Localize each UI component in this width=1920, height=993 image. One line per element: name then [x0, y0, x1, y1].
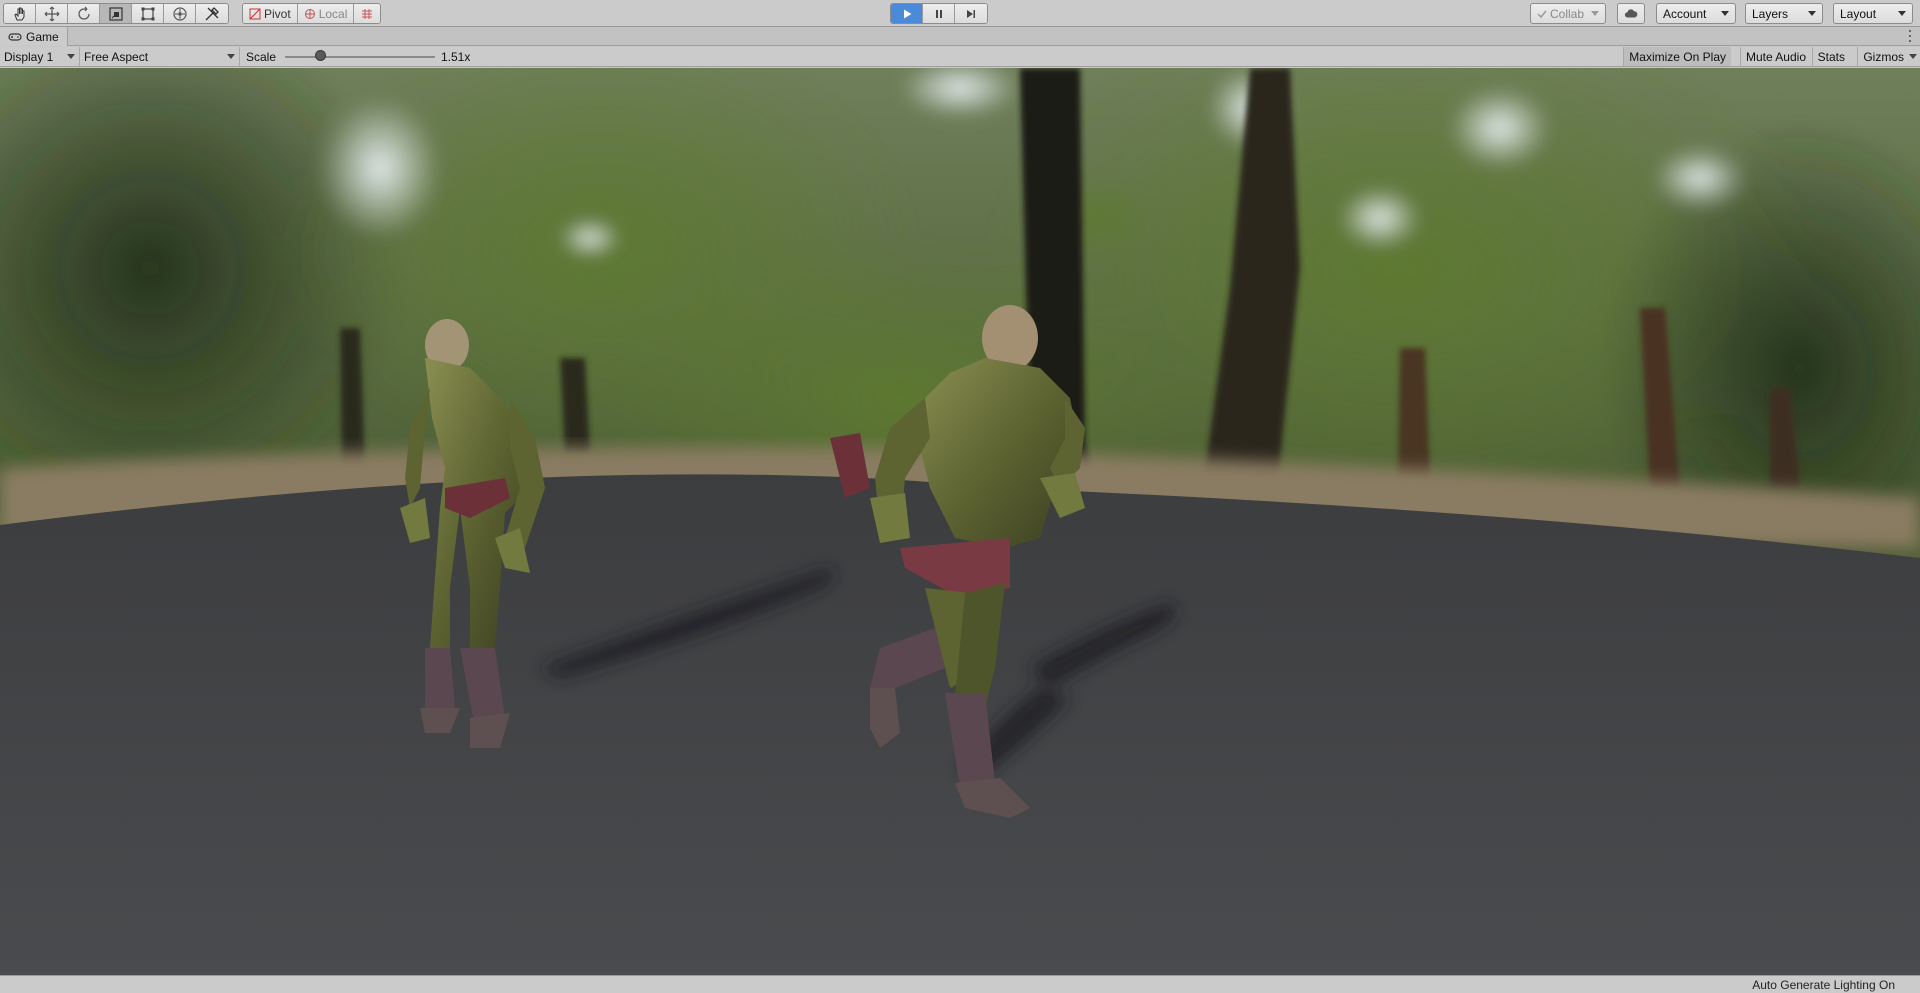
layers-label: Layers [1752, 6, 1789, 21]
scale-icon [108, 6, 123, 21]
scale-slider-thumb[interactable] [314, 50, 326, 61]
game-viewport[interactable] [0, 68, 1920, 975]
play-button[interactable] [891, 4, 923, 23]
pause-button[interactable] [923, 4, 955, 23]
rect-tool-icon [141, 7, 154, 20]
transform-tool-button[interactable] [164, 4, 196, 23]
step-icon [967, 9, 975, 18]
chevron-down-icon [67, 54, 75, 59]
account-label: Account [1663, 6, 1707, 21]
scale-tool-button[interactable] [100, 4, 132, 23]
play-icon [903, 9, 911, 18]
move-icon [44, 6, 59, 21]
mute-audio-toggle[interactable]: Mute Audio [1739, 47, 1811, 66]
tab-bar: Game [0, 27, 1920, 46]
tab-menu-icon[interactable] [1908, 30, 1912, 42]
step-button[interactable] [955, 4, 987, 23]
collab-label: Collab [1550, 6, 1585, 21]
scale-slider-track[interactable] [285, 56, 435, 58]
chevron-down-icon [1591, 11, 1599, 16]
tab-game[interactable]: Game [0, 27, 68, 46]
rect-tool-button[interactable] [132, 4, 164, 23]
scene-render [0, 68, 1920, 975]
pivot-toggle[interactable]: Pivot [243, 4, 298, 23]
layout-label: Layout [1840, 6, 1877, 21]
rotate-icon [77, 6, 90, 20]
gizmos-dropdown[interactable]: Gizmos [1857, 47, 1920, 66]
game-view-toolbar: Display 1 Free Aspect Scale 1.51x Maximi… [0, 47, 1920, 67]
aspect-label: Free Aspect [84, 49, 149, 64]
move-tool-button[interactable] [36, 4, 68, 23]
display-dropdown[interactable]: Display 1 [0, 47, 80, 66]
aspect-dropdown[interactable]: Free Aspect [80, 47, 240, 66]
gizmos-label: Gizmos [1863, 49, 1904, 64]
pivot-label: Pivot [264, 6, 291, 21]
chevron-down-icon [1898, 11, 1906, 16]
layers-dropdown[interactable]: Layers [1745, 3, 1823, 24]
status-bar: Auto Generate Lighting On [0, 975, 1920, 993]
pivot-icon [249, 8, 261, 19]
local-icon [304, 8, 315, 19]
stats-label: Stats [1817, 49, 1845, 64]
local-label: Local [318, 6, 348, 21]
hand-icon [13, 7, 24, 20]
playback-controls [890, 3, 988, 24]
status-text: Auto Generate Lighting On [1752, 978, 1895, 992]
layout-dropdown[interactable]: Layout [1833, 3, 1913, 24]
check-icon [1537, 10, 1547, 18]
custom-tool-button[interactable] [196, 4, 228, 23]
chevron-down-icon [1808, 11, 1816, 16]
custom-tool-icon [205, 6, 219, 20]
stats-toggle[interactable]: Stats [1811, 47, 1850, 66]
tab-label: Game [26, 29, 59, 44]
transform-tools [3, 3, 229, 24]
account-dropdown[interactable]: Account [1656, 3, 1736, 24]
display-label: Display 1 [4, 49, 54, 64]
cloud-button[interactable] [1617, 3, 1645, 24]
pause-icon [935, 9, 942, 18]
rotate-tool-button[interactable] [68, 4, 100, 23]
chevron-down-icon [1909, 54, 1917, 59]
hand-tool-button[interactable] [4, 4, 36, 23]
main-toolbar: Pivot Local Collab Account Layers Layout [0, 0, 1920, 27]
local-toggle[interactable]: Local [297, 4, 355, 23]
mute-label: Mute Audio [1745, 49, 1806, 64]
gamepad-icon [8, 32, 22, 41]
chevron-down-icon [227, 54, 235, 59]
chevron-down-icon [1721, 11, 1729, 16]
transform-icon [172, 6, 187, 21]
grid-snap-icon [362, 8, 373, 19]
maximize-label: Maximize On Play [1629, 49, 1726, 64]
cloud-icon [1624, 9, 1638, 18]
collab-dropdown[interactable]: Collab [1530, 3, 1606, 24]
snap-toggle[interactable] [354, 4, 381, 23]
pivot-group: Pivot Local [242, 3, 382, 24]
maximize-on-play-toggle[interactable]: Maximize On Play [1623, 47, 1731, 66]
scale-value: 1.51x [441, 50, 471, 64]
scale-label: Scale [246, 50, 277, 64]
